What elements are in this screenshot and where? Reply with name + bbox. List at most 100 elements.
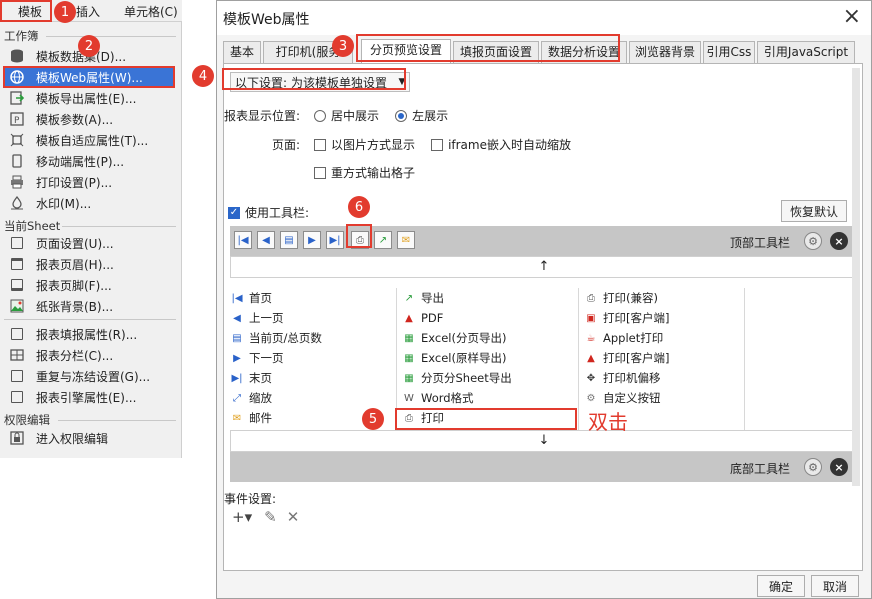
radio-left[interactable] <box>395 109 408 122</box>
grid-item-page-count[interactable]: ▤ 当前页/总页数 <box>230 328 322 348</box>
menu-item-print-settings[interactable]: 打印设置(P)... <box>4 172 174 192</box>
menu-item-header[interactable]: 报表页眉(H)... <box>4 254 174 274</box>
events-label: 事件设置: <box>224 492 277 506</box>
grid-item-first-page[interactable]: |◀ 首页 <box>230 288 272 308</box>
gear-icon[interactable]: ⚙ <box>804 232 822 250</box>
menu-item-label: 报表页眉(H)... <box>36 257 114 272</box>
grid-item-sheet-export[interactable]: ▦ 分页分Sheet导出 <box>402 368 511 388</box>
menu-item-freeze[interactable]: 重复与冻结设置(G)... <box>4 366 174 386</box>
ok-button[interactable]: 确定 <box>757 575 805 597</box>
menu-item-label: 纸张背景(B)... <box>36 299 114 314</box>
grid-item-next-page[interactable]: ▶ 下一页 <box>230 348 283 368</box>
excel-icon: ▦ <box>404 352 414 364</box>
grid-item-zoom[interactable]: ⤢ 缩放 <box>230 388 272 408</box>
export-icon[interactable]: ↗ <box>374 231 392 249</box>
menu-item-mobile[interactable]: 移动端属性(P)... <box>4 151 174 171</box>
grid-item-excel-original[interactable]: ▦ Excel(原样导出) <box>402 348 506 368</box>
grid-item-export[interactable]: ↗ 导出 <box>402 288 444 308</box>
menu-item-watermark[interactable]: 水印(M)... <box>4 193 174 213</box>
grid-item-excel-paged[interactable]: ▦ Excel(分页导出) <box>402 328 506 348</box>
menu-item-permission-edit[interactable]: 进入权限编辑 <box>4 428 174 448</box>
grid-item-label: Excel(分页导出) <box>421 331 507 345</box>
grid-item-applet-print[interactable]: ☕ Applet打印 <box>584 328 664 348</box>
checkbox-use-toolbar[interactable] <box>228 206 240 219</box>
menu-item-parameters[interactable]: P 模板参数(A)... <box>4 109 174 129</box>
email-icon[interactable]: ✉ <box>397 231 415 249</box>
next-page-icon[interactable]: ▶ <box>303 231 321 249</box>
close-icon[interactable]: × <box>830 458 848 476</box>
tab-basic[interactable]: 基本 <box>223 41 261 63</box>
grid-item-printer-offset[interactable]: ✥ 打印机偏移 <box>584 368 661 388</box>
highlight-print-button <box>346 224 372 248</box>
grid-item-word[interactable]: W Word格式 <box>402 388 474 408</box>
move-icon: ✥ <box>586 372 596 384</box>
top-toolbar-label: 顶部工具栏 <box>730 236 791 250</box>
add-icon[interactable]: +▾ <box>232 508 252 526</box>
grid-item-label: Word格式 <box>421 391 474 405</box>
menu-item-paper-background[interactable]: 纸张背景(B)... <box>4 296 174 316</box>
prev-page-icon[interactable]: ◀ <box>257 231 275 249</box>
display-pos-label: 报表显示位置: <box>224 109 301 123</box>
move-down-button[interactable]: ↓ <box>230 430 858 452</box>
gear-icon[interactable]: ⚙ <box>804 458 822 476</box>
grid-item-print-client-2[interactable]: ▲ 打印[客户端] <box>584 348 669 368</box>
menu-item-label: 报表页脚(F)... <box>36 278 112 293</box>
tab-css[interactable]: 引用Css <box>703 41 755 63</box>
menu-item-engine[interactable]: 报表引擎属性(E)... <box>4 387 174 407</box>
grid-item-label: 打印(兼容) <box>603 291 658 305</box>
move-up-button[interactable]: ↑ <box>230 256 858 278</box>
iframe-scale-label: iframe嵌入时自动缩放 <box>448 138 571 152</box>
menu-item-label: 打印设置(P)... <box>36 175 113 190</box>
database-icon <box>8 48 26 64</box>
edit-icon[interactable]: ✎ <box>264 508 277 526</box>
grid-item-print-client[interactable]: ▣ 打印[客户端] <box>584 308 669 328</box>
panel-scrollbar[interactable] <box>852 68 860 486</box>
close-icon[interactable]: × <box>843 4 861 29</box>
grid-item-print-compat[interactable]: ⎙ 打印(兼容) <box>584 288 658 308</box>
delete-icon[interactable]: ✕ <box>287 508 300 526</box>
grid-item-label: 打印机偏移 <box>603 371 661 385</box>
applet-icon: ☕ <box>586 332 596 344</box>
grid-item-pdf[interactable]: ▲ PDF <box>402 308 443 328</box>
restore-default-button[interactable]: 恢复默认 <box>781 200 847 222</box>
menu-item-fill-properties[interactable]: 报表填报属性(R)... <box>4 324 174 344</box>
image-mode-label: 以图片方式显示 <box>331 138 416 152</box>
checkbox-image-mode[interactable] <box>314 138 327 151</box>
checkbox-grid-output[interactable] <box>314 166 326 179</box>
grid-item-custom-button[interactable]: ⚙ 自定义按钮 <box>584 388 661 408</box>
grid-divider <box>744 288 745 430</box>
last-page-icon[interactable]: ▶| <box>326 231 344 249</box>
checkbox-iframe-scale[interactable] <box>431 138 444 151</box>
permission-icon <box>8 430 26 446</box>
menu-item-label: 模板参数(A)... <box>36 112 114 127</box>
grid-item-last-page[interactable]: ▶| 末页 <box>230 368 272 388</box>
menu-cell[interactable]: 单元格(C) <box>124 3 178 20</box>
tab-browser-bg[interactable]: 浏览器背景 <box>629 41 701 63</box>
grid-item-email[interactable]: ✉ 邮件 <box>230 408 272 428</box>
grid-item-label: 缩放 <box>249 391 272 405</box>
highlight-print-item <box>395 408 577 430</box>
page-preview-panel: 以下设置: 为该模板单独设置 ▼ 报表显示位置: 居中展示 左展示 页面: 以图… <box>223 63 863 571</box>
page-count-icon[interactable]: ▤ <box>280 231 298 249</box>
menu-item-adaptive[interactable]: 模板自适应属性(T)... <box>4 130 174 150</box>
highlight-web-properties <box>3 66 175 88</box>
menu-item-label: 报表分栏(C)... <box>36 348 114 363</box>
section-workbook: 工作簿 <box>4 29 39 43</box>
prev-page-icon: ◀ <box>233 312 241 324</box>
menu-item-label: 进入权限编辑 <box>36 431 109 446</box>
menu-insert[interactable]: 插入 <box>76 3 100 20</box>
menu-item-page-setup[interactable]: 页面设置(U)... <box>4 233 174 253</box>
menu-item-footer[interactable]: 报表页脚(F)... <box>4 275 174 295</box>
menu-item-export-properties[interactable]: 模板导出属性(E)... <box>4 88 174 108</box>
radio-center[interactable] <box>314 109 327 122</box>
grid-item-prev-page[interactable]: ◀ 上一页 <box>230 308 283 328</box>
menu-item-label: 模板导出属性(E)... <box>36 91 137 106</box>
cancel-button[interactable]: 取消 <box>811 575 859 597</box>
grid-item-label: 导出 <box>421 291 444 305</box>
radio-left-label: 左展示 <box>412 109 449 123</box>
menu-item-columns[interactable]: 报表分栏(C)... <box>4 345 174 365</box>
close-icon[interactable]: × <box>830 232 848 250</box>
first-page-icon[interactable]: |◀ <box>234 231 252 249</box>
tab-javascript[interactable]: 引用JavaScript <box>757 41 855 63</box>
grid-output-row: 重方式输出格子 <box>314 164 415 181</box>
